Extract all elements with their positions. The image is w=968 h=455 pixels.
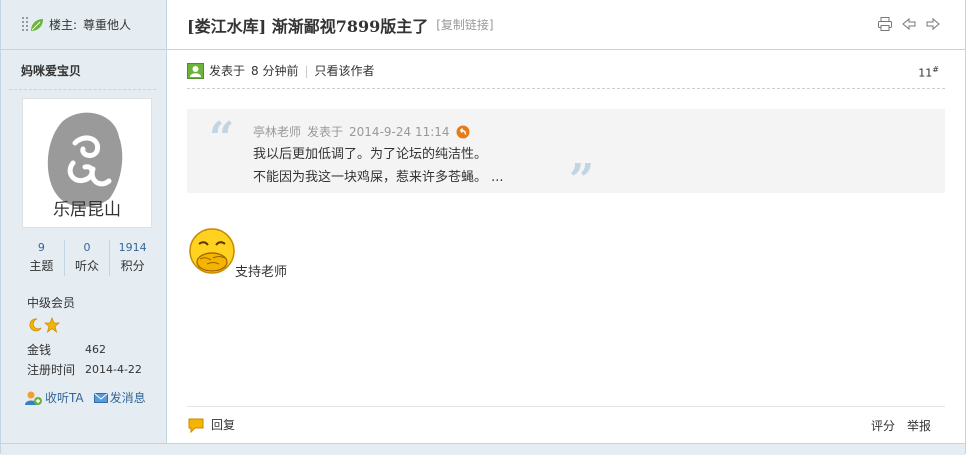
- thread-title-bar: [娄江水库] 渐渐鄙视7899版主了 [复制链接]: [167, 0, 965, 50]
- meta-divider: [187, 88, 945, 89]
- money-row: 金钱 462: [27, 343, 166, 357]
- follow-link[interactable]: 收听TA: [25, 389, 84, 406]
- author-stats: 9 主题 0 听众 1914 积分: [19, 240, 155, 276]
- next-thread-icon[interactable]: [925, 16, 941, 32]
- post-frame: 楼主: 尊重他人 妈咪爱宝贝 乐居昆山 9 主题 0 听众 1914 积分 中级…: [0, 0, 966, 455]
- author-actions: 收听TA 发消息: [25, 389, 166, 406]
- quote-prefix: 发表于: [307, 125, 344, 139]
- op-label: 楼主: 尊重他人: [49, 16, 131, 33]
- reg-value: 2014-4-22: [85, 363, 142, 376]
- quote-author: 亭林老师: [253, 125, 302, 139]
- print-icon[interactable]: [877, 16, 893, 32]
- post-body: 支持老师: [235, 265, 288, 280]
- online-user-icon: [187, 62, 204, 79]
- quote-line-1: 我以后更加低调了。为了论坛的纯洁性。: [253, 147, 488, 162]
- author-sidebar: 楼主: 尊重他人 妈咪爱宝贝 乐居昆山 9 主题 0 听众 1914 积分 中级…: [1, 0, 167, 454]
- stat-followers[interactable]: 0 听众: [63, 240, 110, 276]
- op-icon: [22, 16, 43, 31]
- title-icons: [877, 16, 941, 32]
- close-quote-icon: ”: [569, 155, 595, 206]
- prev-thread-icon[interactable]: [901, 16, 917, 32]
- rate-button[interactable]: 评分: [871, 417, 895, 434]
- stat-topics-num: 9: [37, 241, 45, 254]
- floor-suffix: #: [932, 65, 939, 74]
- footer-actions: 评分 举报: [871, 417, 931, 434]
- follow-label: 收听TA: [45, 391, 84, 405]
- reg-row: 注册时间 2014-4-22: [27, 363, 166, 377]
- post-meta: 发表于 8 分钟前 | 只看该作者: [187, 62, 375, 79]
- meta-separator: |: [304, 63, 309, 78]
- laughing-emoji-icon: [189, 228, 235, 274]
- money-value: 462: [85, 343, 106, 356]
- open-quote-icon: “: [209, 113, 235, 164]
- message-label: 发消息: [109, 391, 146, 405]
- stat-points-label: 积分: [120, 259, 145, 273]
- message-link[interactable]: 发消息: [93, 389, 146, 406]
- reply-icon: [188, 418, 204, 433]
- user-grade[interactable]: 中级会员: [27, 294, 166, 311]
- stat-followers-num: 0: [83, 241, 91, 254]
- grade-stars: [27, 317, 166, 333]
- floor-number[interactable]: 11#: [918, 65, 939, 80]
- stat-points[interactable]: 1914 积分: [109, 240, 155, 276]
- avatar-text: 乐居昆山: [53, 200, 121, 220]
- author-name[interactable]: 妈咪爱宝贝: [21, 62, 166, 79]
- reply-button[interactable]: 回复: [187, 416, 235, 433]
- divider: [9, 89, 156, 90]
- report-button[interactable]: 举报: [907, 417, 931, 434]
- money-label: 金钱: [27, 343, 52, 357]
- posted-prefix: 发表于: [209, 64, 246, 78]
- author-only-link[interactable]: 只看该作者: [315, 62, 375, 79]
- reg-label: 注册时间: [27, 363, 76, 377]
- stat-topics-label: 主题: [29, 259, 54, 273]
- jump-to-quote-icon[interactable]: [456, 125, 470, 139]
- next-post-edge: [1, 443, 965, 455]
- post-main: [娄江水库] 渐渐鄙视7899版主了 [复制链接] 发表于 8 分钟前 | 只看…: [167, 0, 965, 454]
- star-icon: [44, 317, 60, 333]
- thread-title[interactable]: [娄江水库] 渐渐鄙视7899版主了: [187, 13, 428, 37]
- op-label-value: 尊重他人: [83, 18, 132, 32]
- quote-time: 2014-9-24 11:14: [349, 124, 450, 139]
- floor-value: 11: [918, 66, 933, 80]
- posted-time: 8 分钟前: [251, 64, 299, 78]
- follow-icon: [25, 391, 42, 405]
- avatar[interactable]: 乐居昆山: [22, 98, 152, 228]
- stat-points-num: 1914: [118, 241, 147, 254]
- footer-divider: [187, 406, 945, 407]
- stat-topics[interactable]: 9 主题: [19, 240, 64, 276]
- quote-header: 亭林老师 发表于 2014-9-24 11:14: [253, 123, 470, 140]
- copy-link[interactable]: [复制链接]: [436, 16, 493, 33]
- mail-icon: [93, 392, 108, 403]
- op-header: 楼主: 尊重他人: [1, 0, 166, 50]
- quote-block: “ 亭林老师 发表于 2014-9-24 11:14 我以后更加低调了。为了论坛…: [187, 109, 945, 206]
- op-label-key: 楼主:: [49, 18, 78, 32]
- quote-line-2: 不能因为我这一块鸡屎，惹来许多苍蝇。 ...: [253, 170, 504, 185]
- stat-followers-label: 听众: [75, 259, 100, 273]
- avatar-logo: 乐居昆山: [47, 112, 123, 220]
- reply-label: 回复: [211, 418, 236, 432]
- moon-icon: [29, 318, 42, 332]
